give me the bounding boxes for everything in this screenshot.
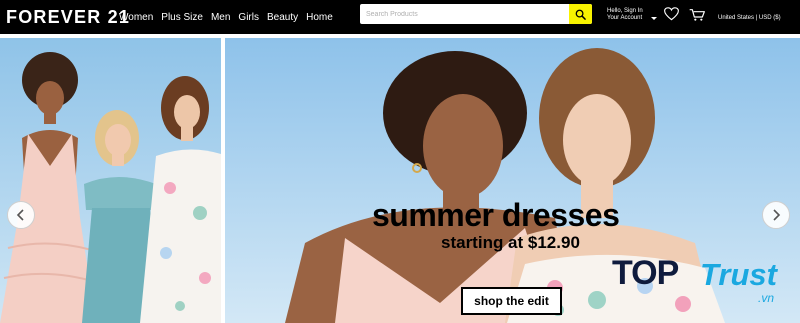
search-button[interactable] (569, 4, 592, 24)
heart-icon[interactable] (664, 7, 679, 21)
search-bar (360, 4, 592, 24)
hero-image-left (0, 38, 221, 323)
search-input[interactable] (362, 5, 562, 23)
search-icon (575, 9, 586, 20)
brand-logo[interactable]: FOREVER 21 (6, 6, 130, 28)
chevron-down-icon (651, 17, 657, 20)
shop-the-edit-button[interactable]: shop the edit (461, 287, 562, 315)
locale-selector[interactable]: United States | USD ($) (718, 15, 781, 22)
account-menu[interactable]: Hello, Sign In Your Account (607, 8, 657, 22)
main-nav: Women Plus Size Men Girls Beauty Home (119, 11, 333, 25)
carousel-prev-button[interactable] (7, 201, 35, 229)
account-greeting: Hello, Sign In (607, 8, 643, 14)
nav-plus-size[interactable]: Plus Size (161, 11, 203, 25)
watermark-vn: .vn (758, 291, 775, 305)
nav-women[interactable]: Women (119, 11, 153, 25)
hero-subline: starting at $12.90 (441, 233, 580, 252)
top-header: FOREVER 21 Women Plus Size Men Girls Bea… (0, 0, 800, 34)
nav-home[interactable]: Home (306, 11, 333, 25)
watermark-logo: TOP Trust .vn (612, 250, 792, 315)
nav-beauty[interactable]: Beauty (267, 11, 298, 25)
page: FOREVER 21 Women Plus Size Men Girls Bea… (0, 0, 800, 323)
shopping-bag-icon[interactable] (689, 8, 705, 22)
hero-headline: summer dresses (372, 197, 620, 233)
chevron-right-icon (773, 209, 781, 221)
account-label: Your Account (607, 15, 643, 21)
chevron-left-icon (16, 209, 24, 221)
carousel-next-button[interactable] (762, 201, 790, 229)
watermark-top: TOP (612, 254, 679, 292)
watermark-trust: Trust (700, 257, 777, 292)
nav-girls[interactable]: Girls (238, 11, 259, 25)
nav-men[interactable]: Men (211, 11, 230, 25)
